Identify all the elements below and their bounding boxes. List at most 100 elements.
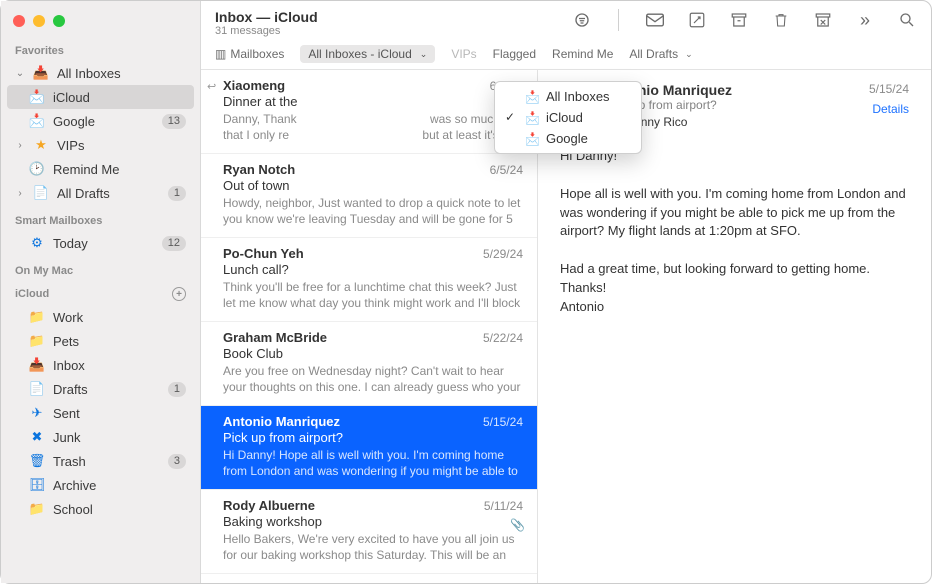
more-icon[interactable]: » [855,10,875,30]
sidebar-folder-school[interactable]: 📁School [1,497,200,521]
sidebar-item-label: Google [53,114,154,129]
sidebar-google-inbox[interactable]: 📩 Google 13 [1,109,200,133]
trash-icon[interactable] [771,10,791,30]
favbar-mailboxes[interactable]: ▥Mailboxes [215,47,284,61]
sidebar-folder-junk[interactable]: ✖︎ Junk [1,425,200,449]
reader-subject: Pick up from airport? [606,98,859,112]
message-preview: Danny, Thank was so much fun that I only… [223,111,523,143]
window-title: Inbox — iCloud [215,9,564,25]
message-list[interactable]: ↩Xiaomeng6/7/24Dinner at theDanny, Thank… [201,70,538,583]
search-icon[interactable] [897,10,917,30]
unread-badge: 13 [162,114,186,129]
message-row[interactable]: Rody Albuerne5/11/24Baking workshopHello… [201,490,537,574]
sidebar-all-inboxes[interactable]: ⌄ 📥 All Inboxes [1,61,200,85]
message-sender: Po-Chun Yeh [223,246,304,261]
compose-icon[interactable] [687,10,707,30]
sidebar-item-label: iCloud [53,90,180,105]
junk-icon[interactable] [813,10,833,30]
sidebar-folder-sent[interactable]: ✈︎Sent [1,401,200,425]
add-mailbox-icon[interactable]: + [172,287,186,301]
sidebar-icloud-inbox[interactable]: 📩 iCloud [7,85,194,109]
count-badge: 3 [168,454,186,469]
favbar-filter-pill[interactable]: All Inboxes - iCloud⌄ [300,45,435,63]
document-icon: 📄 [29,381,45,397]
inbox-tray-icon: 📥 [33,65,49,81]
sidebar-all-drafts[interactable]: › 📄 All Drafts 1 [1,181,200,205]
chevron-down-icon[interactable]: ⌄ [15,68,25,79]
dropdown-item-label: All Inboxes [546,89,610,104]
filter-icon[interactable] [572,10,592,30]
archive-icon[interactable] [729,10,749,30]
toolbar-divider [618,9,619,31]
sidebar-vips[interactable]: › ★ VIPs [1,133,200,157]
message-row[interactable]: Antonio Manriquez5/15/24Pick up from air… [201,406,537,490]
chevron-down-icon: ⌄ [420,49,428,60]
sidebar-folder-drafts[interactable]: 📄Drafts1 [1,377,200,401]
sidebar-folder-archive[interactable]: 🗄Archive [1,473,200,497]
favbar-flagged[interactable]: Flagged [493,47,536,61]
sidebar-item-label: All Drafts [57,186,160,201]
inbox-filter-dropdown[interactable]: 📩 All Inboxes ✓📩iCloud📩Google [494,81,642,154]
message-row[interactable]: Ryan Notch6/5/24Out of townHowdy, neighb… [201,154,537,238]
message-sender: Ryan Notch [223,162,295,177]
message-row[interactable]: ↩Xiaomeng6/7/24Dinner at theDanny, Thank… [201,70,537,154]
sidebar-folder-inbox[interactable]: 📥Inbox [1,353,200,377]
favbar-drafts[interactable]: All Drafts⌄ [629,47,692,61]
reader-to: To: Danny Rico [606,115,859,129]
paperplane-icon: ✈︎ [29,405,45,421]
sidebar-today[interactable]: ⚙︎ Today 12 [1,231,200,255]
sidebar-item-label: Trash [53,454,160,469]
trash-icon: 🗑 [29,453,45,469]
message-row[interactable]: Po-Chun Yeh5/29/24Lunch call?Think you'l… [201,238,537,322]
message-subject: Book Club [223,346,523,361]
tray-icon: 📩 [29,89,45,105]
message-date: 5/29/24 [483,247,523,261]
message-preview: Think you'll be free for a lunchtime cha… [223,279,523,311]
sidebar-item-label: School [53,502,186,517]
message-preview: Hello Bakers, We're very excited to have… [223,531,523,563]
sidebar-folder-work[interactable]: 📁 Work [1,305,200,329]
dropdown-item[interactable]: 📩Google [495,128,641,149]
window-close-button[interactable] [13,15,25,27]
archive-icon: 🗄 [29,477,45,493]
window-zoom-button[interactable] [53,15,65,27]
details-link[interactable]: Details [869,102,909,116]
chevron-right-icon[interactable]: › [15,188,25,199]
dropdown-item[interactable]: 📩 All Inboxes [495,86,641,107]
message-date: 6/5/24 [490,163,523,177]
on-my-mac-label: On My Mac [1,261,200,281]
sidebar-toggle-icon: ▥ [215,47,226,61]
message-subject: Baking workshop [223,514,523,529]
message-subject: Pick up from airport? [223,430,523,445]
window-minimize-button[interactable] [33,15,45,27]
message-sender: Fleur Lasseur [223,582,308,583]
envelope-icon[interactable] [645,10,665,30]
favbar-remind[interactable]: Remind Me [552,47,613,61]
message-sender: Graham McBride [223,330,327,345]
sidebar-item-label: Remind Me [53,162,186,177]
message-preview: Are you free on Wednesday night? Can't w… [223,363,523,395]
chevron-right-icon[interactable]: › [15,140,25,151]
folder-icon: 📁 [29,309,45,325]
icloud-section-label: iCloud + [1,283,200,305]
sidebar-item-label: Work [53,310,186,325]
icloud-section-text: iCloud [15,288,49,300]
dropdown-item-label: iCloud [546,110,583,125]
message-row[interactable]: Graham McBride5/22/24Book ClubAre you fr… [201,322,537,406]
message-subject: Out of town [223,178,523,193]
tray-icon: 📩 [525,132,540,146]
smart-mailboxes-label: Smart Mailboxes [1,211,200,231]
sidebar-remind-me[interactable]: 🕑 Remind Me [1,157,200,181]
message-date: 5/15/24 [483,415,523,429]
message-sender: Xiaomeng [223,78,285,93]
junk-icon: ✖︎ [29,429,45,445]
favbar-label: All Drafts [629,47,678,61]
sidebar-item-label: Junk [53,430,186,445]
tray-icon: 📩 [525,90,540,104]
sidebar-folder-trash[interactable]: 🗑 Trash 3 [1,449,200,473]
sidebar-folder-pets[interactable]: 📁Pets [1,329,200,353]
message-row[interactable]: Fleur Lasseur5/10/24Soccer jerseysAre yo… [201,574,537,583]
favbar-vips[interactable]: VIPs [451,47,476,61]
favorites-section-label: Favorites [1,41,200,61]
dropdown-item[interactable]: ✓📩iCloud [495,107,641,128]
